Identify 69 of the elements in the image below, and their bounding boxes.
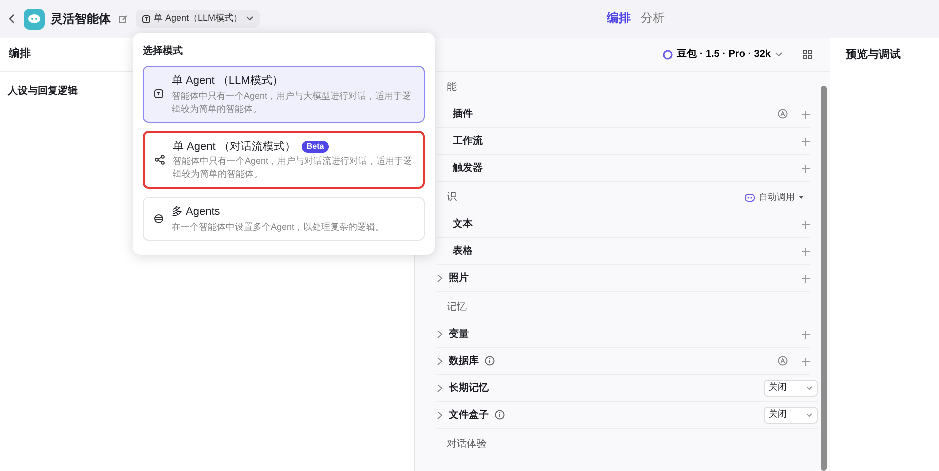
bot-icon [745,194,755,202]
scrollbar[interactable] [821,86,827,471]
layers-icon [154,214,164,224]
option-description: 智能体中只有一个Agent，用户与大模型进行对话，适用于逻辑较为简单的智能体。 [172,90,413,116]
select-field[interactable]: 关闭 [764,406,818,424]
row-label: 长期记忆 [449,382,489,396]
app-name: 灵活智能体 [51,11,111,28]
app-logo [24,8,45,30]
add-button[interactable] [802,328,810,340]
panel-title: 预览与调试 [846,48,901,63]
auto-icon[interactable] [778,109,788,119]
option-title: 单 Agent （LLM模式） [172,74,284,89]
option-title: 单 Agent （对话流模式） [173,140,296,155]
add-button[interactable] [802,162,810,174]
group-title: 记忆 [447,300,467,315]
row-label: 照片 [449,272,469,286]
row-label: 触发器 [453,162,483,176]
edit-icon[interactable] [119,14,128,24]
caret-icon [775,52,783,58]
nodes-icon [155,154,165,165]
expand-chevron-icon[interactable] [437,384,443,392]
auto-call-dropdown[interactable]: 自动调用 [745,190,804,205]
row-label: 插件 [453,108,473,122]
expand-chevron-icon[interactable] [437,410,443,420]
add-button[interactable] [802,245,810,257]
model-logo-icon [663,50,674,60]
option-description: 智能体中只有一个Agent，用户与对话流进行对话，适用于逻辑较为简单的智能体。 [173,155,413,182]
add-button[interactable] [802,355,810,367]
mode-option[interactable]: 多 Agents 在一个智能体中设置多个Agent，以处理复杂的逻辑。 [143,197,425,241]
panel-title: 编排 [9,46,31,62]
group-title: 识 [447,191,457,205]
auto-icon[interactable] [778,356,788,366]
grid-icon[interactable] [803,50,812,59]
expand-chevron-icon[interactable] [437,330,443,338]
row-label: 文件盒子 [449,408,489,422]
row-label: 工作流 [453,134,483,148]
row-label: 数据库 [449,354,479,368]
mode-icon [154,89,164,100]
mode-icon [142,14,151,24]
add-button[interactable] [802,218,810,230]
group-title: 能 [447,80,457,95]
tab[interactable]: 分析 [641,9,665,27]
expand-chevron-icon[interactable] [437,274,443,282]
option-description: 在一个智能体中设置多个Agent，以处理复杂的逻辑。 [172,220,386,234]
model-selector[interactable]: 豆包 · 1.5 · Pro · 32k [663,47,783,62]
row-label: 文本 [453,218,473,232]
row-label: 表格 [453,244,473,258]
section-title: 人设与回复逻辑 [8,86,78,97]
mode-selector[interactable]: 单 Agent（LLM模式） [136,10,260,28]
add-button[interactable] [802,108,810,120]
caret-icon [799,196,804,200]
info-icon[interactable] [495,410,505,420]
beta-badge: Beta [302,140,330,153]
caret-icon [246,16,254,22]
add-button[interactable] [802,272,810,284]
menu-title: 选择模式 [143,46,183,57]
select-field[interactable]: 关闭 [764,380,818,396]
expand-chevron-icon[interactable] [437,356,443,366]
caret-icon [806,412,813,418]
tab[interactable]: 编排 [607,9,631,27]
option-title: 多 Agents [172,205,220,220]
info-icon[interactable] [485,356,495,366]
add-button[interactable] [802,135,810,147]
mode-option[interactable]: 单 Agent （LLM模式） 智能体中只有一个Agent，用户与大模型进行对话，适用于逻辑较为简单的智能体。 [143,66,425,123]
row-label: 变量 [449,327,469,342]
mode-option[interactable]: 单 Agent （对话流模式） Beta 智能体中只有一个Agent，用户与对话流进行对话，适用于逻辑较为简单的智能体。 [143,130,425,190]
group-title: 对话体验 [447,438,487,452]
caret-icon [806,386,813,390]
back-icon[interactable] [8,14,16,24]
